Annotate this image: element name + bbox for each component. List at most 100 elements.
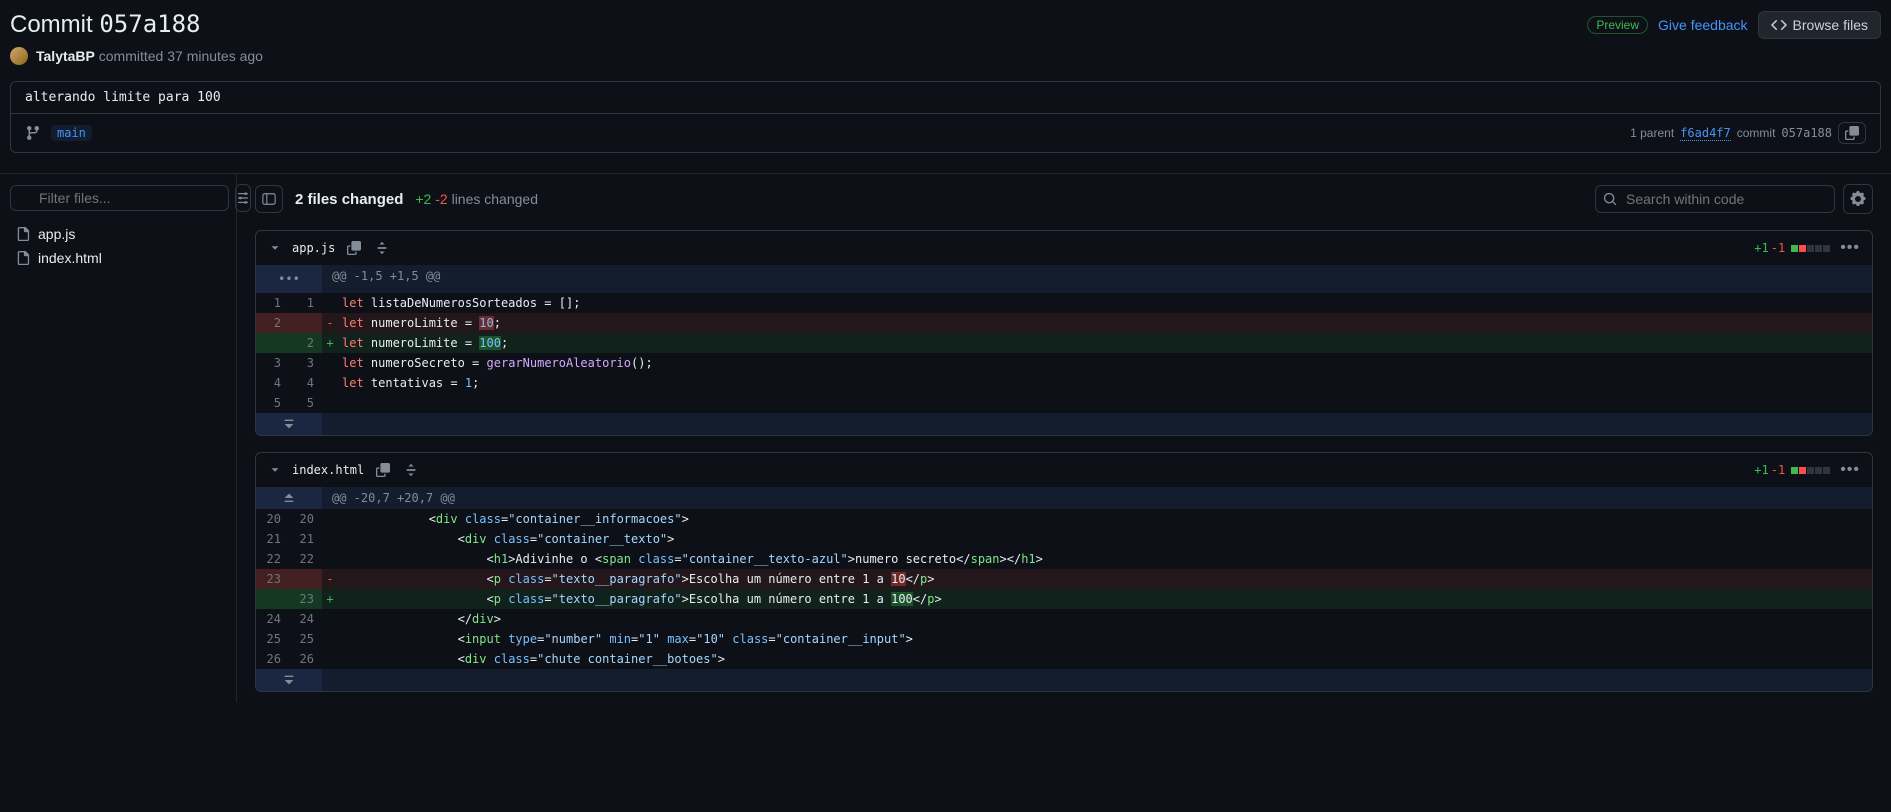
copy-hash-button[interactable]	[1838, 122, 1866, 144]
diff-stat: +1 -1	[1754, 463, 1830, 477]
diff-line: 20 20 <div class="container__informacoes…	[256, 509, 1872, 529]
branch-icon	[25, 125, 41, 141]
old-line-number[interactable]: 22	[256, 549, 289, 569]
preview-badge: Preview	[1587, 16, 1648, 34]
page-title: Commit 057a188	[10, 10, 201, 39]
lines-changed-label: lines changed	[452, 191, 538, 207]
commit-hash: 057a188	[1781, 126, 1832, 140]
expand-all-button[interactable]	[373, 239, 391, 257]
new-line-number[interactable]: 1	[289, 293, 322, 313]
file-tree-item[interactable]: app.js	[10, 222, 226, 246]
old-line-number[interactable]: 21	[256, 529, 289, 549]
new-line-number[interactable]: 26	[289, 649, 322, 669]
file-menu-button[interactable]: •••	[1840, 239, 1860, 257]
hunk-header: @@ -20,7 +20,7 @@	[322, 487, 1872, 509]
hunk-header: @@ -1,5 +1,5 @@	[322, 265, 1872, 293]
expand-down-icon	[282, 673, 296, 687]
branch-label[interactable]: main	[51, 125, 92, 141]
additions-count: +2	[415, 191, 431, 207]
author-row: TalytaBP committed 37 minutes ago	[10, 47, 1881, 65]
diff-file-name[interactable]: app.js	[292, 241, 335, 255]
diff-line: 23 - <p class="texto__paragrafo">Escolha…	[256, 569, 1872, 589]
sidebar-icon	[262, 192, 276, 206]
unfold-icon	[404, 463, 418, 477]
chevron-down-icon	[268, 241, 282, 255]
old-line-number[interactable]: 25	[256, 629, 289, 649]
file-tree-item[interactable]: index.html	[10, 246, 226, 270]
gear-icon	[1850, 191, 1866, 207]
new-line-number[interactable]: 23	[289, 589, 322, 609]
new-line-number[interactable]: 3	[289, 353, 322, 373]
deletions-count: -2	[435, 191, 447, 207]
diff-line: 22 22 <h1>Adivinhe o <span class="contai…	[256, 549, 1872, 569]
new-line-number[interactable]: 20	[289, 509, 322, 529]
diff-settings-button[interactable]	[1843, 184, 1873, 214]
files-changed-count: 2 files changed	[295, 191, 403, 208]
new-line-number[interactable]	[289, 313, 322, 333]
old-line-number[interactable]: 24	[256, 609, 289, 629]
expand-hunk-button[interactable]: •••	[256, 265, 322, 293]
expand-hunk-button[interactable]	[256, 487, 322, 509]
diff-line: 21 21 <div class="container__texto">	[256, 529, 1872, 549]
expand-up-icon	[282, 491, 296, 505]
expand-down-button[interactable]	[256, 669, 322, 691]
search-code-input[interactable]	[1595, 185, 1835, 213]
new-line-number[interactable]: 24	[289, 609, 322, 629]
old-line-number[interactable]: 5	[256, 393, 289, 413]
code-icon	[1771, 17, 1787, 33]
diff-line: 24 24 </div>	[256, 609, 1872, 629]
new-line-number[interactable]: 5	[289, 393, 322, 413]
filter-files-input[interactable]	[10, 185, 229, 211]
old-line-number[interactable]: 3	[256, 353, 289, 373]
old-line-number[interactable]	[256, 333, 289, 353]
avatar[interactable]	[10, 47, 28, 65]
old-line-number[interactable]: 20	[256, 509, 289, 529]
copy-path-button[interactable]	[345, 239, 363, 257]
diff-line: 23 + <p class="texto__paragrafo">Escolha…	[256, 589, 1872, 609]
diff-line: 26 26 <div class="chute container__botoe…	[256, 649, 1872, 669]
browse-files-button[interactable]: Browse files	[1758, 11, 1881, 39]
copy-path-button[interactable]	[374, 461, 392, 479]
diff-line: 5 5	[256, 393, 1872, 413]
copy-icon	[376, 463, 390, 477]
file-name: app.js	[38, 226, 75, 242]
toggle-sidebar-button[interactable]	[255, 185, 283, 213]
diff-line: 1 1 let listaDeNumerosSorteados = [];	[256, 293, 1872, 313]
new-line-number[interactable]: 21	[289, 529, 322, 549]
old-line-number[interactable]: 26	[256, 649, 289, 669]
commit-message: alterando limite para 100	[11, 82, 1880, 113]
file-menu-button[interactable]: •••	[1840, 461, 1860, 479]
old-line-number[interactable]: 4	[256, 373, 289, 393]
parent-count: 1 parent	[1630, 126, 1674, 140]
diff-line: 2 + let numeroLimite = 100;	[256, 333, 1872, 353]
copy-icon	[347, 241, 361, 255]
author-name[interactable]: TalytaBP	[36, 48, 95, 64]
file-icon	[16, 251, 30, 265]
collapse-file-button[interactable]	[268, 463, 282, 477]
old-line-number[interactable]: 23	[256, 569, 289, 589]
chevron-down-icon	[268, 463, 282, 477]
diff-line: 2 - let numeroLimite = 10;	[256, 313, 1872, 333]
diff-stat: +1 -1	[1754, 241, 1830, 255]
new-line-number[interactable]: 25	[289, 629, 322, 649]
old-line-number[interactable]	[256, 589, 289, 609]
collapse-file-button[interactable]	[268, 241, 282, 255]
new-line-number[interactable]: 2	[289, 333, 322, 353]
new-line-number[interactable]: 4	[289, 373, 322, 393]
file-icon	[16, 227, 30, 241]
expand-down-button[interactable]	[256, 413, 322, 435]
diff-line: 25 25 <input type="number" min="1" max="…	[256, 629, 1872, 649]
old-line-number[interactable]: 1	[256, 293, 289, 313]
give-feedback-link[interactable]: Give feedback	[1658, 17, 1748, 33]
parent-hash-link[interactable]: f6ad4f7	[1680, 126, 1731, 141]
file-name: index.html	[38, 250, 102, 266]
new-line-number[interactable]	[289, 569, 322, 589]
new-line-number[interactable]: 22	[289, 549, 322, 569]
diff-line: 3 3 let numeroSecreto = gerarNumeroAleat…	[256, 353, 1872, 373]
unfold-icon	[375, 241, 389, 255]
diff-file-name[interactable]: index.html	[292, 463, 364, 477]
old-line-number[interactable]: 2	[256, 313, 289, 333]
expand-all-button[interactable]	[402, 461, 420, 479]
copy-icon	[1845, 126, 1859, 140]
search-icon	[1603, 192, 1617, 206]
